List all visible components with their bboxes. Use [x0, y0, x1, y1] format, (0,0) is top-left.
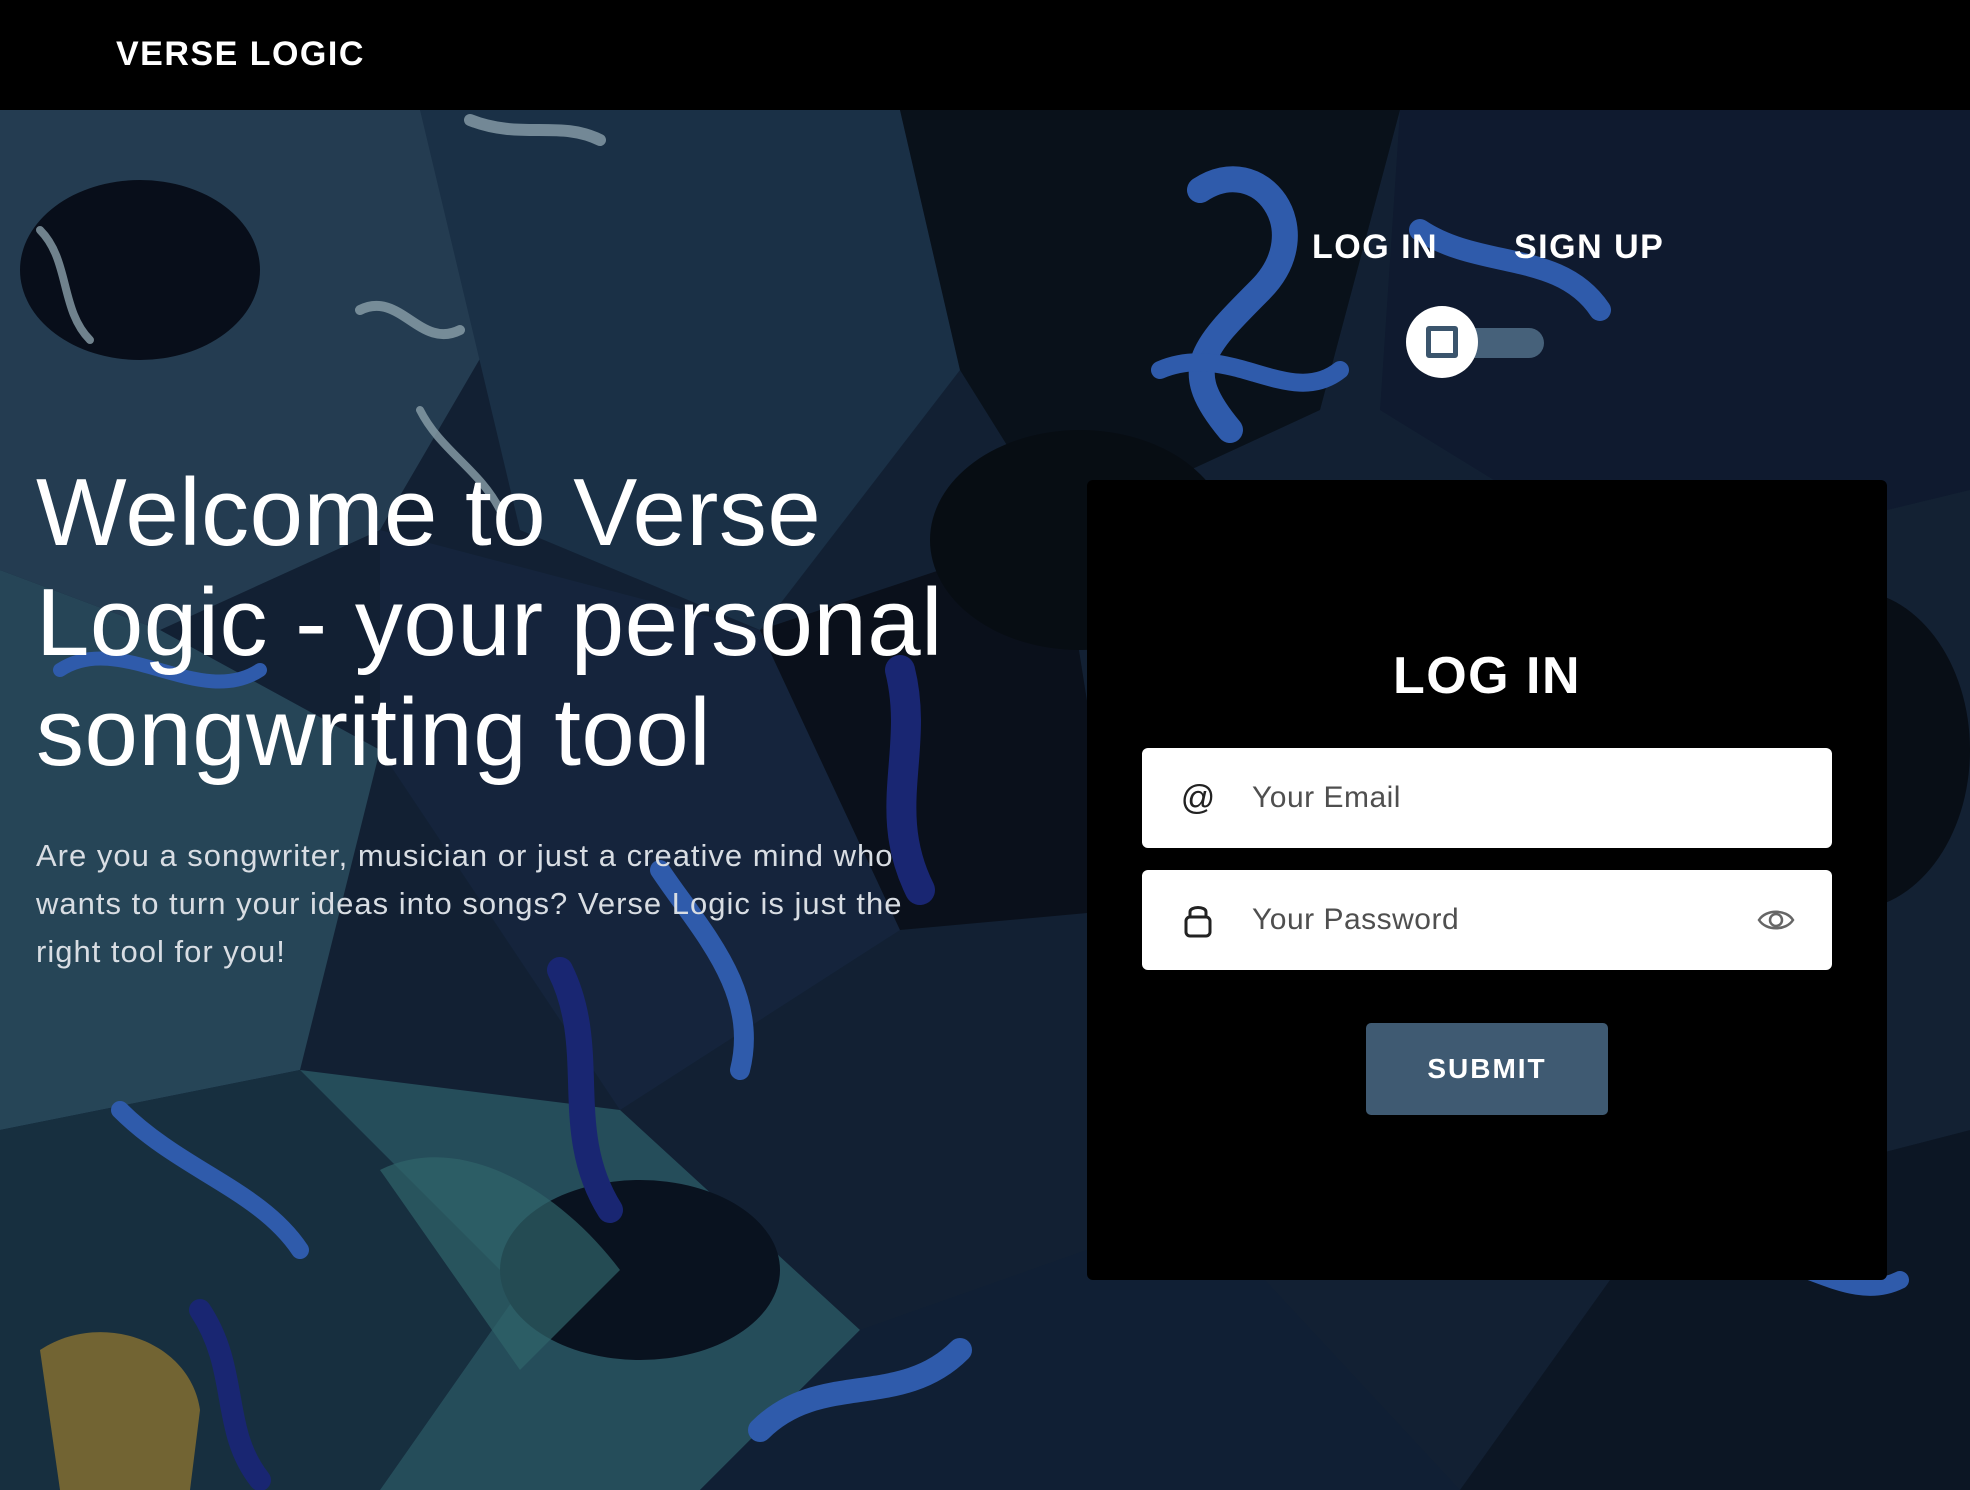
- hero-section: Welcome to Verse Logic - your personal s…: [36, 458, 986, 976]
- lock-icon: [1178, 900, 1218, 940]
- password-input[interactable]: [1252, 890, 1732, 950]
- submit-button[interactable]: SUBMIT: [1366, 1023, 1608, 1115]
- brand-logo[interactable]: VERSE LOGIC: [116, 35, 365, 74]
- login-card-title: LOG IN: [1392, 647, 1582, 705]
- hero-title: Welcome to Verse Logic - your personal s…: [36, 459, 943, 786]
- auth-tabs: LOG IN SIGN UP: [1312, 228, 1712, 268]
- at-icon: @: [1180, 779, 1216, 817]
- password-field[interactable]: [1142, 870, 1832, 970]
- login-signup-toggle[interactable]: [1406, 306, 1548, 378]
- tab-log-in[interactable]: LOG IN: [1312, 228, 1438, 267]
- tab-sign-up[interactable]: SIGN UP: [1514, 228, 1664, 267]
- email-field[interactable]: @: [1142, 748, 1832, 848]
- email-input[interactable]: [1252, 768, 1732, 828]
- top-bar: VERSE LOGIC: [0, 0, 1970, 110]
- login-card: LOG IN @ SUBMIT: [1087, 480, 1887, 1280]
- eye-icon[interactable]: [1756, 904, 1796, 936]
- toggle-knob[interactable]: [1406, 306, 1478, 378]
- hero-subtitle: Are you a songwriter, musician or just a…: [36, 838, 903, 969]
- square-icon: [1426, 326, 1458, 358]
